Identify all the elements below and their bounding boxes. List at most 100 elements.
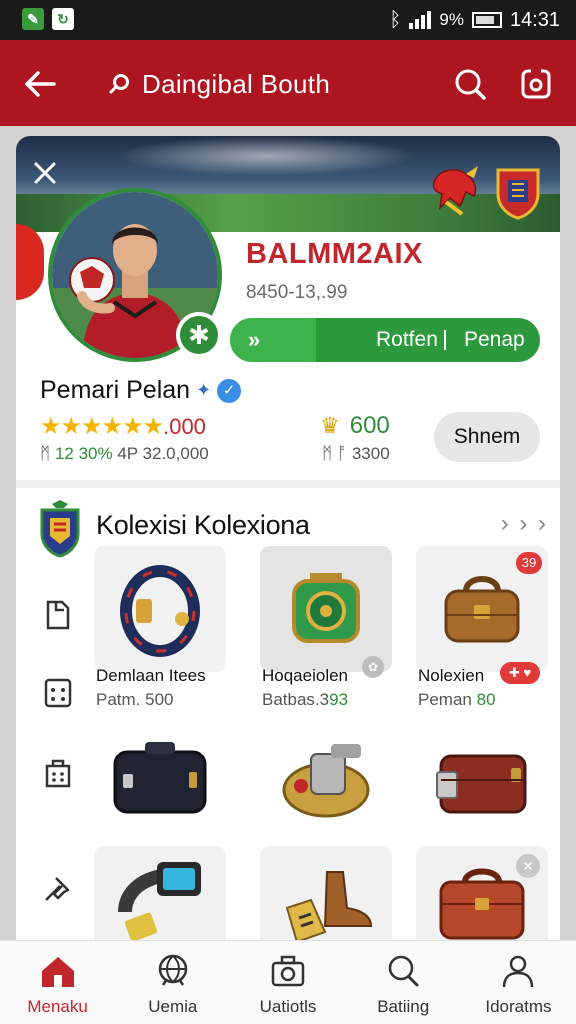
document-icon[interactable]	[38, 594, 78, 634]
bull-crest-icon	[432, 166, 478, 216]
coin-value: 600	[349, 412, 390, 439]
arrow-left-icon	[25, 71, 56, 97]
stats-prefix: ᛗ	[40, 444, 51, 463]
stats-percent: 12 30%	[54, 444, 113, 463]
club-badge-icon	[40, 500, 80, 558]
player-name: BALMM2AIX	[246, 238, 423, 270]
item-price-text: Peman	[418, 690, 472, 709]
close-button[interactable]	[30, 158, 60, 188]
like-badge-icon[interactable]: ✚ ♥	[500, 662, 540, 684]
item-name: Hoqaeiolen	[262, 666, 349, 685]
item-image: 39 ✚ ♥	[416, 546, 548, 684]
collection-more-link[interactable]: › › ›	[501, 510, 548, 538]
bag-icon[interactable]	[38, 752, 78, 792]
item-image	[94, 724, 226, 834]
green-safe-icon	[292, 573, 360, 643]
smartwatch-icon	[118, 862, 201, 942]
calendar-icon[interactable]	[38, 672, 78, 712]
item-image: ✿	[260, 546, 392, 678]
star-rating-icon: ★★★★★★	[40, 413, 164, 440]
back-button[interactable]	[18, 62, 62, 106]
nav-label: Menaku	[27, 997, 88, 1016]
section-divider	[16, 480, 560, 488]
signal-icon	[409, 11, 432, 29]
nav-item-globe[interactable]: Uemia	[115, 941, 230, 1024]
gold-device-icon	[282, 744, 370, 818]
collection-item[interactable]: Demlaan Itees Patm. 500	[94, 546, 226, 716]
item-name: Demlaan Itees	[96, 666, 206, 685]
status-right: ᛒ 9% 14:31	[389, 8, 560, 32]
item-image	[94, 546, 226, 672]
collection-item[interactable]	[260, 724, 392, 834]
camera-icon	[271, 955, 305, 987]
item-image	[416, 724, 548, 834]
item-name: Nolexien	[418, 666, 485, 685]
progress-label-left: Rotfen	[376, 328, 438, 351]
clock: 14:31	[509, 8, 560, 31]
rating-value: .000	[163, 413, 206, 439]
trunk-icon	[436, 754, 527, 814]
shield-crest-icon	[496, 168, 540, 220]
nav-item-profile[interactable]: Idoratms	[461, 941, 576, 1024]
pin-tool-icon[interactable]	[38, 868, 78, 908]
app-notification-icon: ✎	[22, 8, 44, 30]
collection-item[interactable]	[94, 724, 226, 834]
bracelet-icon	[120, 565, 200, 657]
progress-label-right: Penap	[464, 328, 525, 351]
avatar-star-badge: ✱	[176, 312, 222, 358]
collection-item[interactable]: 39 ✚ ♥ Nolexien Peman 80	[416, 546, 548, 716]
app-screen: ✎ ↻ ᛒ 9% 14:31 Daingibal Bouth ✱ BALMM2A…	[0, 0, 576, 1024]
player-id: 8450-13,.99	[246, 282, 348, 303]
nav-label: Idoratms	[485, 997, 552, 1016]
page-title: Daingibal Bouth	[142, 68, 331, 99]
crown-icon: ♛	[320, 413, 340, 438]
bluetooth-icon: ᛒ	[389, 8, 402, 31]
owner-name: Pemari Pelan	[40, 376, 191, 404]
item-image	[260, 724, 392, 834]
item-count-badge: 39	[516, 552, 542, 574]
search-small-icon	[109, 74, 129, 94]
collection-item[interactable]	[416, 724, 548, 834]
bottom-navigation: Menaku Uemia Uatiotls Batiing Idoratms	[0, 940, 576, 1024]
coin-balance: ♛ 600	[320, 412, 390, 440]
item-price: Peman 80	[418, 690, 496, 710]
pin-icon: ✦	[196, 380, 212, 400]
coin-sub: ᛗ ᚩ 3300	[322, 444, 390, 463]
profile-card: ✱ BALMM2AIX 8450-13,.99 » Rotfen Penap P…	[16, 136, 560, 956]
nav-label: Batiing	[377, 997, 430, 1016]
app-bar: Daingibal Bouth	[0, 40, 576, 126]
profile-action-button[interactable]: Shnem	[434, 412, 540, 462]
battery-percent: 9%	[439, 10, 464, 29]
item-price: Patm. 500	[96, 690, 174, 710]
collection-item[interactable]: ✿ Hoqaeiolen Batbas.393	[260, 546, 392, 716]
search-icon	[388, 955, 419, 987]
rating-row: ★★★★★★ .000	[40, 412, 206, 441]
globe-icon	[158, 954, 188, 986]
nav-item-camera[interactable]: Uatiotls	[230, 941, 345, 1024]
verified-icon: ✓	[217, 378, 242, 403]
nav-item-home[interactable]: Menaku	[0, 941, 115, 1024]
nav-item-search[interactable]: Batiing	[346, 941, 461, 1024]
scan-button[interactable]	[514, 62, 558, 106]
battery-icon	[471, 12, 502, 28]
remove-item-icon[interactable]: ✕	[516, 854, 540, 878]
progress-separator	[444, 330, 446, 350]
black-case-icon	[113, 742, 207, 814]
stats-rest: 4P 32.0,000	[117, 444, 209, 463]
search-button[interactable]	[448, 62, 492, 106]
favorite-icon[interactable]: ✿	[362, 656, 384, 678]
side-rail	[38, 576, 78, 936]
progress-toggle[interactable]: » Rotfen Penap	[230, 318, 540, 362]
nav-label: Uatiotls	[259, 997, 317, 1016]
whatsapp-notification-icon: ↻	[52, 8, 74, 30]
home-icon	[41, 957, 74, 987]
close-icon	[34, 162, 56, 184]
item-price-green: 93	[329, 690, 349, 709]
item-price-text: Batbas.3	[262, 690, 330, 709]
item-price-text: Patm. 500	[96, 690, 174, 709]
leather-bag-icon	[444, 576, 520, 643]
search-icon	[455, 69, 486, 100]
stats-row: ᛗ 12 30% 4P 32.0,000	[40, 444, 209, 464]
app-bar-title-wrap: Daingibal Bouth	[108, 64, 330, 104]
boots-icon	[285, 871, 373, 944]
